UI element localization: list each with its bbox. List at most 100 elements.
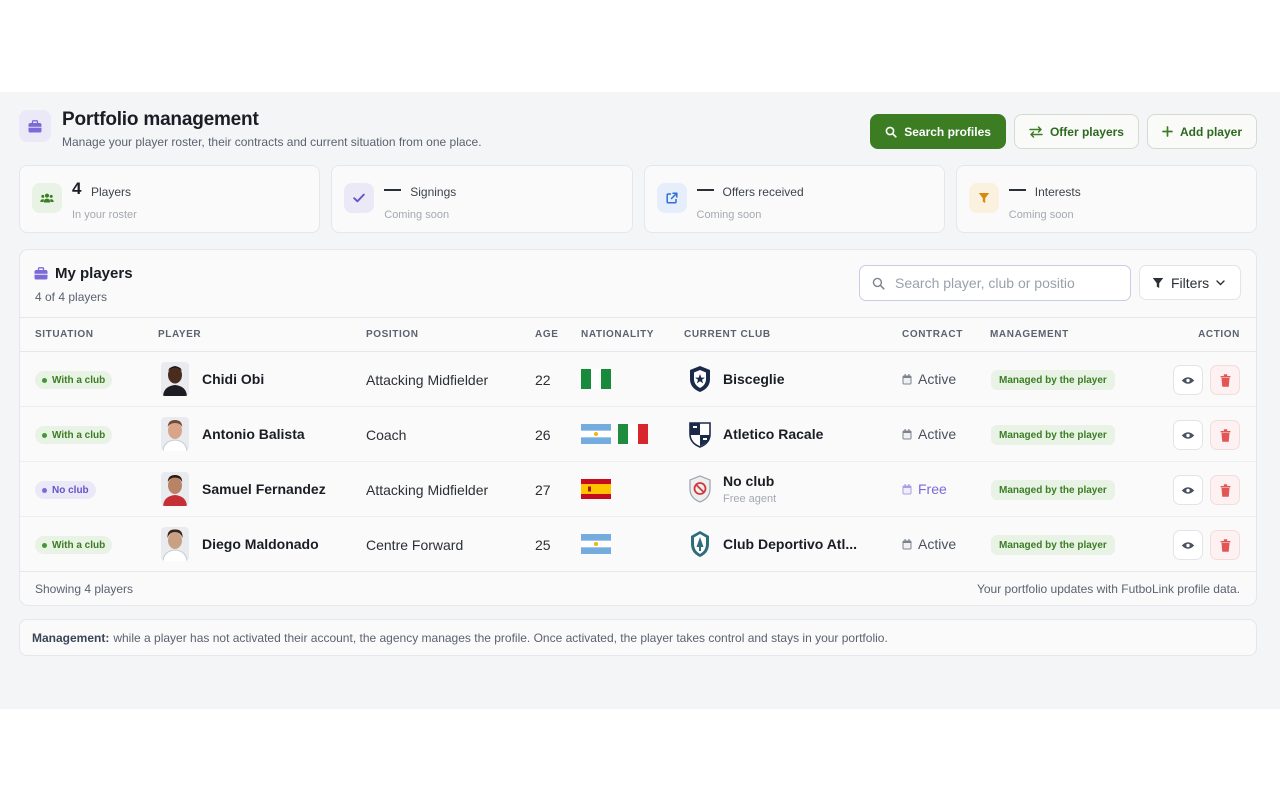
trash-icon xyxy=(1220,428,1230,442)
col-action: ACTION xyxy=(1198,329,1240,340)
management-badge: Managed by the player xyxy=(991,425,1115,445)
situation-badge: No club xyxy=(35,481,96,499)
col-management: MANAGEMENT xyxy=(990,329,1069,340)
management-note-label: Management: xyxy=(32,630,110,645)
argentina-flag-icon xyxy=(581,424,611,444)
view-button[interactable] xyxy=(1173,530,1203,560)
delete-button[interactable] xyxy=(1210,475,1240,505)
table-row[interactable]: With a club Chidi Obi Attacking Midfield… xyxy=(20,352,1256,407)
spain-flag-icon xyxy=(581,479,611,499)
users-icon xyxy=(32,183,62,213)
col-situation: SITUATION xyxy=(35,329,94,340)
club-name: Bisceglie xyxy=(723,371,785,387)
no-club-icon xyxy=(689,475,711,503)
col-player: PLAYER xyxy=(158,329,202,340)
player-avatar xyxy=(161,417,189,451)
view-button[interactable] xyxy=(1173,420,1203,450)
player-age: 27 xyxy=(535,482,551,498)
management-badge: Managed by the player xyxy=(991,480,1115,500)
contract-status: Active xyxy=(902,426,956,442)
club-crest-icon xyxy=(689,422,711,448)
situation-badge: With a club xyxy=(35,536,113,554)
search-profiles-button[interactable]: Search profiles xyxy=(870,114,1006,149)
offer-players-label: Offer players xyxy=(1049,124,1124,139)
page-header: Portfolio management Manage your player … xyxy=(19,109,1259,149)
stat-empty-dash xyxy=(696,189,714,191)
contract-status: Active xyxy=(902,371,956,387)
player-avatar xyxy=(161,362,189,396)
showing-count: Showing 4 players xyxy=(35,582,134,596)
panel-title-text: My players xyxy=(55,265,133,282)
filters-button[interactable]: Filters xyxy=(1139,265,1241,300)
search-profiles-label: Search profiles xyxy=(904,124,991,139)
stat-value-players: 4 xyxy=(72,179,82,198)
eye-icon xyxy=(1181,486,1195,494)
contract-status: Active xyxy=(902,536,956,552)
club-crest-icon xyxy=(690,366,710,392)
add-player-button[interactable]: Add player xyxy=(1146,114,1257,149)
calendar-icon xyxy=(902,373,912,384)
club-crest-icon xyxy=(691,531,709,557)
argentina-flag-icon xyxy=(581,534,611,554)
panel-count: 4 of 4 players xyxy=(35,290,108,304)
portfolio-app: Portfolio management Manage your player … xyxy=(0,92,1280,709)
player-avatar xyxy=(161,527,189,561)
offer-players-button[interactable]: Offer players xyxy=(1013,114,1139,149)
club-name: No club xyxy=(723,473,775,489)
player-name[interactable]: Antonio Balista xyxy=(202,426,305,442)
stat-sub-players: In your roster xyxy=(72,209,137,221)
add-player-label: Add player xyxy=(1179,124,1242,139)
table-row[interactable]: With a club Diego Maldonado Centre Forwa… xyxy=(20,517,1256,572)
funnel-icon xyxy=(1152,277,1164,288)
briefcase-icon xyxy=(34,267,48,280)
player-name[interactable]: Diego Maldonado xyxy=(202,536,319,552)
stat-label-signings: Signings xyxy=(410,185,457,199)
eye-icon xyxy=(1181,541,1195,549)
contract-status: Free xyxy=(902,481,947,497)
situation-badge: With a club xyxy=(35,426,113,444)
management-note: Management: while a player has not activ… xyxy=(19,619,1257,656)
stat-sub-interests: Coming soon xyxy=(1008,209,1074,221)
page-subtitle: Manage your player roster, their contrac… xyxy=(62,135,482,149)
delete-button[interactable] xyxy=(1210,365,1240,395)
search-input[interactable] xyxy=(895,275,1120,291)
club-name: Atletico Racale xyxy=(723,426,824,442)
player-age: 25 xyxy=(535,537,551,553)
delete-button[interactable] xyxy=(1210,530,1240,560)
stat-empty-dash xyxy=(1008,189,1026,191)
col-position: POSITION xyxy=(366,329,419,340)
player-position: Centre Forward xyxy=(366,537,464,553)
table-row[interactable]: With a club Antonio Balista Coach 26 Atl… xyxy=(20,407,1256,462)
management-badge: Managed by the player xyxy=(991,535,1115,555)
player-position: Coach xyxy=(366,427,407,443)
nationality-flags xyxy=(581,424,648,444)
page-title: Portfolio management xyxy=(62,109,259,130)
portfolio-update-note: Your portfolio updates with FutboLink pr… xyxy=(976,582,1240,596)
calendar-icon xyxy=(902,483,912,494)
trash-icon xyxy=(1220,483,1230,497)
col-age: AGE xyxy=(535,329,559,340)
col-club: CURRENT CLUB xyxy=(684,329,771,340)
briefcase-icon xyxy=(19,110,51,142)
club-name: Club Deportivo Atl... xyxy=(723,536,858,552)
player-name[interactable]: Samuel Fernandez xyxy=(202,481,326,497)
check-icon xyxy=(344,183,375,213)
player-name[interactable]: Chidi Obi xyxy=(202,371,264,387)
table-row[interactable]: No club Samuel Fernandez Attacking Midfi… xyxy=(20,462,1256,517)
swap-arrows-icon xyxy=(1029,125,1043,138)
stat-card-players: 4 Players In your roster xyxy=(19,165,321,233)
nationality-flags xyxy=(581,479,611,499)
table-header: SITUATION PLAYER POSITION AGE NATIONALIT… xyxy=(20,317,1256,352)
funnel-icon xyxy=(968,183,999,213)
management-badge: Managed by the player xyxy=(991,370,1115,390)
nigeria-flag-icon xyxy=(581,369,611,389)
calendar-icon xyxy=(902,428,912,439)
delete-button[interactable] xyxy=(1210,420,1240,450)
view-button[interactable] xyxy=(1173,475,1203,505)
player-avatar xyxy=(161,472,189,506)
stat-label-offers: Offers received xyxy=(722,185,804,199)
stat-card-offers: Offers received Coming soon xyxy=(643,165,945,233)
eye-icon xyxy=(1181,431,1195,439)
view-button[interactable] xyxy=(1173,365,1203,395)
player-search-box[interactable] xyxy=(859,265,1131,301)
